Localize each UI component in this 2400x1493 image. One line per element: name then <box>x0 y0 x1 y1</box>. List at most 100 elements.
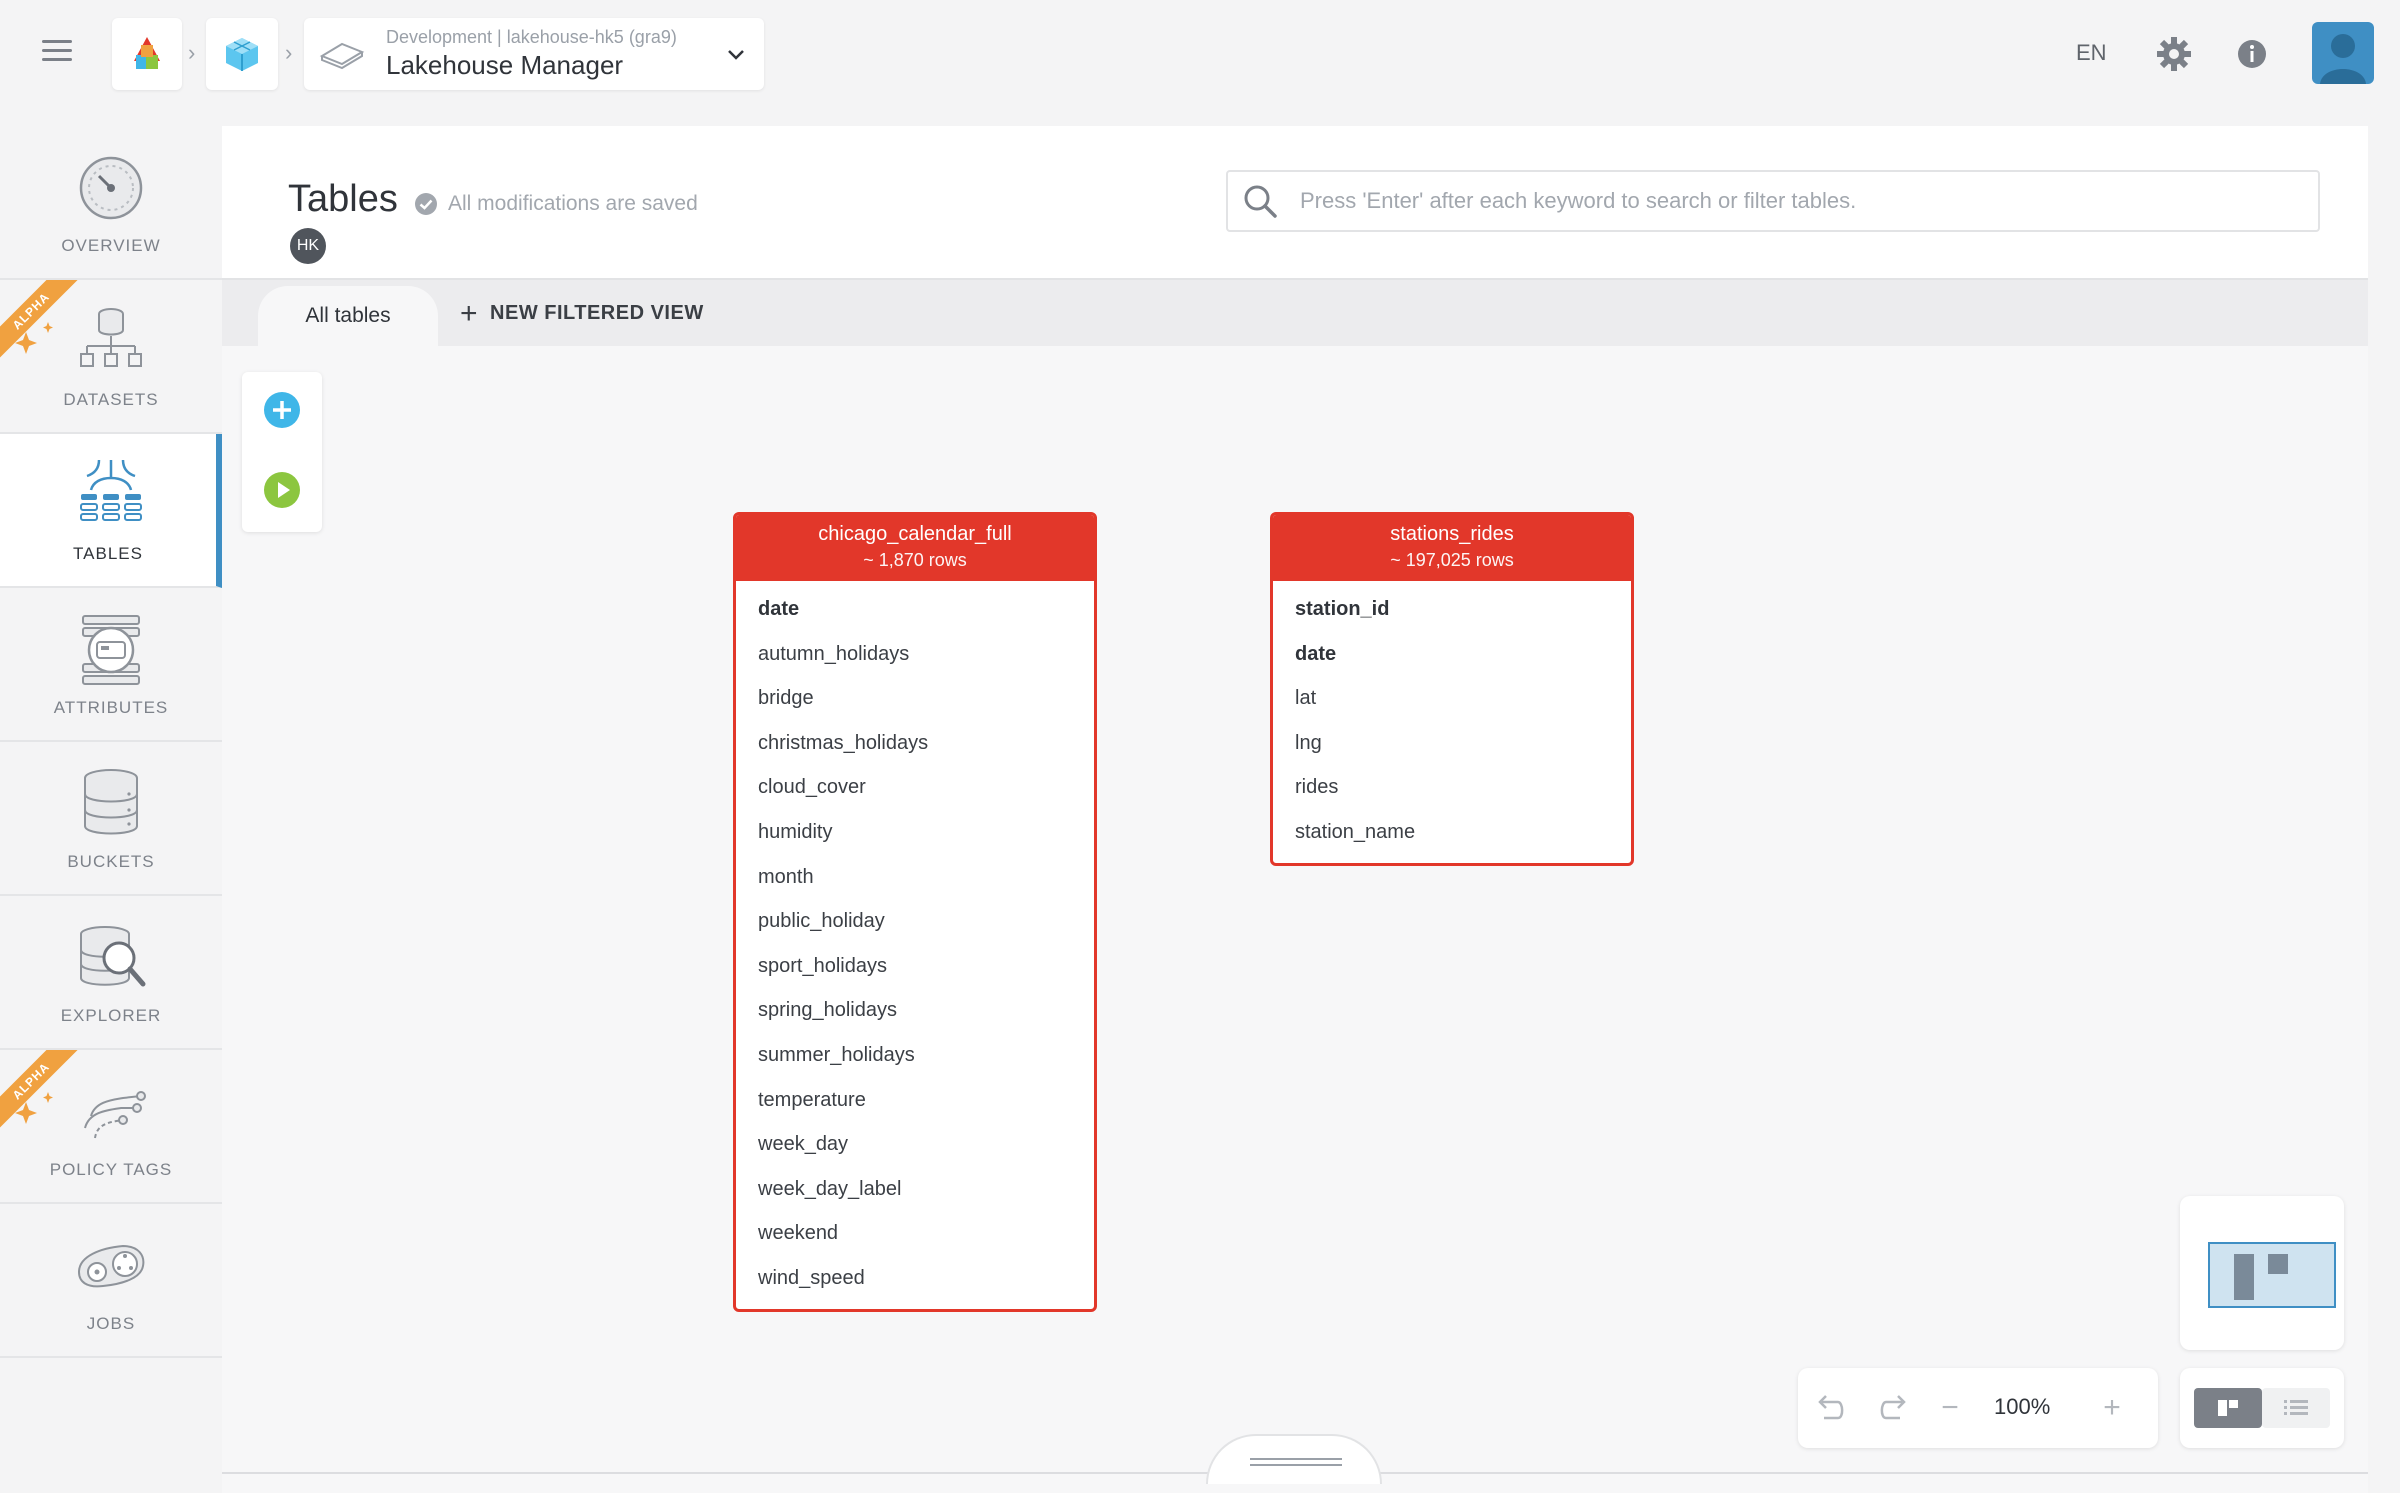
sidebar-label: POLICY TAGS <box>49 1160 173 1179</box>
save-status: All modifications are saved <box>414 192 698 216</box>
column-list: date autumn_holidays bridge christmas_ho… <box>736 581 1094 1309</box>
table-name: stations_rides <box>1390 523 1514 545</box>
attributes-icon <box>82 615 140 685</box>
dataset-tree-icon <box>80 308 142 367</box>
column-item[interactable]: public_holiday <box>758 899 1094 944</box>
table-card-header: chicago_calendar_full ~ 1,870 rows <box>736 515 1094 581</box>
cube-icon[interactable] <box>206 18 278 90</box>
tab-all-tables[interactable]: All tables <box>258 286 438 346</box>
database-icon <box>84 769 138 835</box>
tables-icon <box>80 459 142 521</box>
column-item[interactable]: summer_holidays <box>758 1033 1094 1078</box>
play-icon[interactable] <box>262 470 302 510</box>
column-item[interactable]: date <box>758 587 1094 632</box>
table-row-count: ~ 197,025 rows <box>1390 550 1514 570</box>
column-item[interactable]: wind_speed <box>758 1256 1094 1301</box>
info-icon[interactable] <box>2236 38 2268 70</box>
bottom-panel-handle[interactable] <box>1206 1434 1382 1484</box>
diagram-view-button[interactable] <box>2194 1388 2262 1428</box>
minimap-viewport[interactable] <box>2208 1242 2336 1308</box>
list-view-icon <box>2284 1400 2308 1415</box>
policy-tags-icon <box>84 1091 146 1139</box>
list-view-button[interactable] <box>2262 1388 2330 1428</box>
sidebar-label: OVERVIEW <box>61 236 161 255</box>
zoom-out-button[interactable]: − <box>1932 1390 1968 1426</box>
sidebar: OVERVIEW ALPHA DATASETS TABLES ATTRIBUTE… <box>0 126 222 1358</box>
sidebar-item-buckets[interactable]: BUCKETS <box>0 742 222 896</box>
column-item[interactable]: lng <box>1295 721 1631 766</box>
undo-icon[interactable] <box>1812 1390 1848 1426</box>
column-item[interactable]: sport_holidays <box>758 944 1094 989</box>
sidebar-label: ATTRIBUTES <box>53 698 169 717</box>
sidebar-label: BUCKETS <box>67 852 155 871</box>
column-item[interactable]: lat <box>1295 676 1631 721</box>
jobs-icon <box>77 1244 145 1288</box>
app-logo-icon[interactable] <box>112 18 182 90</box>
menu-icon[interactable] <box>42 40 72 64</box>
check-circle-icon <box>415 193 437 215</box>
lakehouse-icon <box>319 42 365 70</box>
sidebar-item-explorer[interactable]: EXPLORER <box>0 896 222 1050</box>
table-card-chicago-calendar-full[interactable]: chicago_calendar_full ~ 1,870 rows date … <box>733 512 1097 1312</box>
user-avatar[interactable] <box>2312 22 2374 84</box>
column-item[interactable]: date <box>1295 632 1631 677</box>
redo-icon[interactable] <box>1876 1390 1912 1426</box>
save-status-text: All modifications are saved <box>448 192 698 215</box>
sidebar-label: EXPLORER <box>60 1006 162 1025</box>
language-selector[interactable]: EN <box>2076 40 2107 66</box>
column-item[interactable]: station_name <box>1295 810 1631 855</box>
minimap-table <box>2234 1254 2254 1300</box>
column-item[interactable]: station_id <box>1295 587 1631 632</box>
column-item[interactable]: rides <box>1295 765 1631 810</box>
alpha-badge: ALPHA <box>0 280 80 360</box>
gear-icon[interactable] <box>2156 36 2192 72</box>
minimap[interactable] <box>2180 1196 2344 1350</box>
column-item[interactable]: week_day_label <box>758 1167 1094 1212</box>
page-header: Tables All modifications are saved HK <box>222 126 2368 280</box>
chevron-down-icon[interactable] <box>726 44 746 64</box>
plus-icon: + <box>460 296 479 330</box>
sparkle-icon <box>15 322 53 354</box>
project-environment: Development | lakehouse-hk5 (gra9) <box>386 27 677 47</box>
column-item[interactable]: temperature <box>758 1078 1094 1123</box>
column-item[interactable]: month <box>758 855 1094 900</box>
add-table-icon[interactable] <box>262 390 302 430</box>
column-item[interactable]: christmas_holidays <box>758 721 1094 766</box>
search-icon <box>1244 185 1277 218</box>
column-item[interactable]: bridge <box>758 676 1094 721</box>
column-item[interactable]: weekend <box>758 1211 1094 1256</box>
zoom-in-button[interactable]: + <box>2094 1390 2130 1426</box>
sidebar-label: JOBS <box>86 1314 136 1333</box>
minimap-table <box>2268 1254 2288 1274</box>
zoom-level: 100% <box>1994 1394 2051 1419</box>
column-item[interactable]: autumn_holidays <box>758 632 1094 677</box>
sidebar-item-datasets[interactable]: ALPHA DATASETS <box>0 280 222 434</box>
search-bar <box>1226 170 2320 232</box>
user-initials-badge: HK <box>290 228 326 264</box>
sidebar-item-tables[interactable]: TABLES <box>0 434 222 588</box>
column-item[interactable]: cloud_cover <box>758 765 1094 810</box>
project-selector[interactable]: Development | lakehouse-hk5 (gra9) Lakeh… <box>304 18 764 90</box>
sidebar-item-overview[interactable]: OVERVIEW <box>0 126 222 280</box>
new-filtered-view-button[interactable]: + NEW FILTERED VIEW <box>460 296 704 330</box>
sidebar-item-jobs[interactable]: JOBS <box>0 1204 222 1358</box>
column-item[interactable]: week_day <box>758 1122 1094 1167</box>
sidebar-label: DATASETS <box>63 390 159 409</box>
search-input[interactable] <box>1300 188 2280 214</box>
sparkle-icon <box>15 1092 53 1124</box>
project-name: Lakehouse Manager <box>386 50 624 80</box>
canvas-toolbar <box>242 372 322 532</box>
table-name: chicago_calendar_full <box>818 523 1012 545</box>
column-item[interactable]: spring_holidays <box>758 988 1094 1033</box>
sidebar-item-policy-tags[interactable]: ALPHA POLICY TAGS <box>0 1050 222 1204</box>
column-item[interactable]: humidity <box>758 810 1094 855</box>
table-row-count: ~ 1,870 rows <box>863 550 967 570</box>
view-tabs: All tables + NEW FILTERED VIEW <box>222 280 2368 346</box>
table-card-stations-rides[interactable]: stations_rides ~ 197,025 rows station_id… <box>1270 512 1634 866</box>
breadcrumb-separator: › <box>188 40 196 65</box>
zoom-controls: − 100% + <box>1798 1368 2158 1448</box>
table-card-header: stations_rides ~ 197,025 rows <box>1273 515 1631 581</box>
alpha-badge: ALPHA <box>0 1050 80 1130</box>
page-title: Tables <box>288 178 398 220</box>
sidebar-item-attributes[interactable]: ATTRIBUTES <box>0 588 222 742</box>
